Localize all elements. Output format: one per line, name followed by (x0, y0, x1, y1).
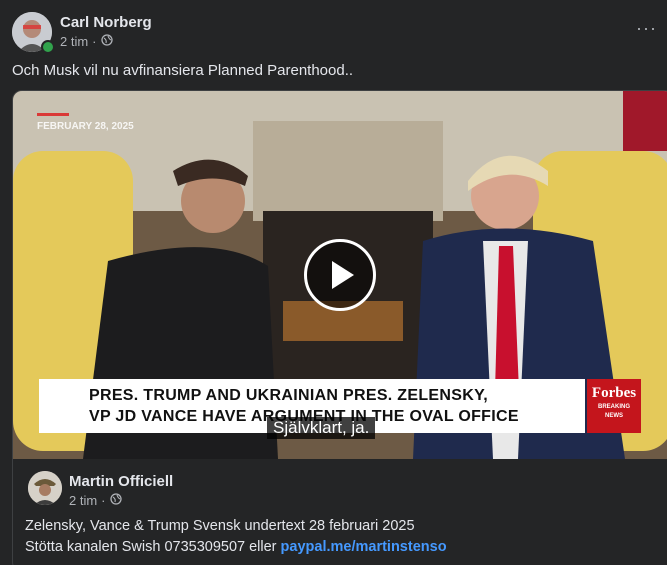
video-date-tag: FEBRUARY 28, 2025 (37, 113, 134, 132)
shared-meta: 2 tim · (69, 493, 122, 508)
shared-meta-separator: · (101, 493, 106, 508)
shared-time[interactable]: 2 tim (69, 493, 97, 508)
brand-news: NEWS (605, 413, 623, 419)
shared-description: Zelensky, Vance & Trump Svensk undertext… (25, 516, 447, 558)
brand-breaking: BREAKING (597, 404, 630, 410)
forbes-logo: Forbes BREAKING NEWS (587, 379, 641, 433)
description-line-2: Stötta kanalen Swish 0735309507 eller pa… (25, 537, 447, 558)
video-thumbnail[interactable]: FEBRUARY 28, 2025 PRES. TRUMP AND UKRAIN… (13, 91, 667, 459)
video-subtitle: Självklart, ja. (267, 417, 376, 439)
post-text: Och Musk vil nu avfinansiera Planned Par… (12, 62, 354, 79)
post-meta: 2 tim · (60, 34, 113, 49)
post-time[interactable]: 2 tim (60, 34, 88, 49)
post-card: Carl Norberg 2 tim · ··· Och Musk vil nu… (0, 0, 667, 565)
author-name[interactable]: Carl Norberg (60, 14, 152, 31)
chyron-line-1: PRES. TRUMP AND UKRAINIAN PRES. ZELENSKY… (89, 387, 489, 404)
description-line-1: Zelensky, Vance & Trump Svensk undertext… (25, 518, 415, 534)
meta-separator: · (92, 34, 97, 49)
brand-name: Forbes (591, 385, 637, 401)
online-status-icon (41, 40, 55, 54)
shared-author-name[interactable]: Martin Officiell (69, 473, 173, 490)
globe-icon (100, 34, 113, 49)
paypal-link[interactable]: paypal.me/martinstenso (281, 539, 447, 555)
shared-video-attachment[interactable]: FEBRUARY 28, 2025 PRES. TRUMP AND UKRAIN… (12, 90, 667, 565)
description-line-2-text: Stötta kanalen Swish 0735309507 eller (25, 539, 281, 555)
shared-author-avatar[interactable] (28, 471, 62, 505)
globe-icon (109, 493, 122, 508)
more-options-button[interactable]: ··· (636, 18, 657, 39)
play-icon[interactable] (304, 239, 376, 311)
